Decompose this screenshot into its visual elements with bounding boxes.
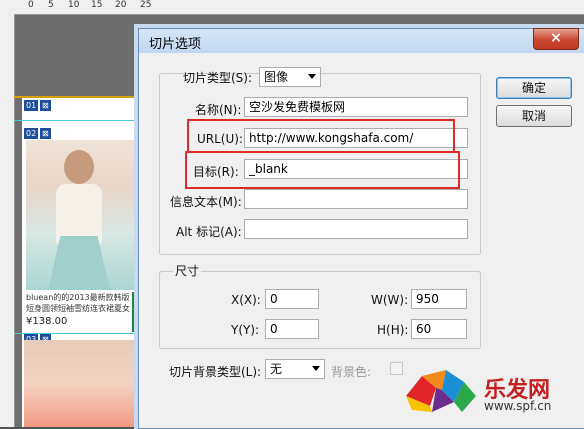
dimensions-title: 尺寸 bbox=[173, 262, 202, 279]
slice-type-select[interactable]: 图像 bbox=[259, 67, 321, 87]
cancel-button[interactable]: 取消 bbox=[496, 105, 572, 127]
ruler-label: 5 bbox=[48, 0, 54, 10]
slice-type-label: 切片类型(S): bbox=[183, 71, 253, 85]
w-label: W(W): bbox=[371, 293, 409, 307]
slice-boundary bbox=[14, 96, 138, 98]
product-caption: bluean的的2013最新款韩版短身圆领短袖雪纺连衣裙夏女 bbox=[26, 293, 130, 313]
product-photo bbox=[24, 340, 138, 427]
vertical-ruler[interactable] bbox=[0, 14, 15, 427]
slice-number-tag[interactable]: 02 bbox=[24, 128, 39, 139]
w-field[interactable]: 950 bbox=[411, 289, 467, 309]
alt-tag-label: Alt 标记(A): bbox=[176, 225, 242, 239]
alt-tag-field[interactable] bbox=[244, 219, 468, 239]
background-type-value: 无 bbox=[270, 362, 283, 376]
product-price: ¥138.00 bbox=[26, 316, 68, 327]
ok-button[interactable]: 确定 bbox=[496, 77, 572, 99]
product-photo bbox=[26, 140, 136, 290]
message-text-field[interactable] bbox=[244, 189, 468, 209]
background-color-label: 背景色: bbox=[331, 365, 372, 379]
background-type-select[interactable]: 无 bbox=[265, 359, 325, 379]
slice-type-value: 图像 bbox=[264, 70, 289, 84]
watermark-logo bbox=[406, 370, 476, 412]
watermark-url: www.spf.cn bbox=[484, 399, 552, 413]
slice-options-dialog: 切片选项 × 切片类型(S): 图像 名称(N): 空沙发免费模板网 URL(U… bbox=[138, 28, 584, 429]
ruler-label: 10 bbox=[68, 0, 80, 10]
background-type-label: 切片背景类型(L): bbox=[169, 365, 262, 379]
dialog-title: 切片选项 bbox=[149, 37, 202, 52]
x-label: X(X): bbox=[231, 293, 261, 307]
ruler-label: 20 bbox=[115, 0, 127, 10]
chevron-down-icon bbox=[308, 74, 316, 79]
close-button[interactable]: × bbox=[533, 28, 579, 50]
slice-number-tag[interactable]: 01 bbox=[24, 100, 39, 111]
url-highlight-box bbox=[187, 119, 455, 153]
y-label: Y(Y): bbox=[231, 323, 260, 337]
chevron-down-icon bbox=[312, 366, 320, 371]
target-highlight-box bbox=[185, 151, 460, 189]
ruler-label: 15 bbox=[91, 0, 103, 10]
ruler-label: 25 bbox=[140, 0, 152, 10]
dialog-titlebar[interactable]: 切片选项 bbox=[139, 29, 584, 53]
name-label: 名称(N): bbox=[195, 103, 242, 117]
h-label: H(H): bbox=[377, 323, 409, 337]
h-field[interactable]: 60 bbox=[411, 319, 467, 339]
guide-line bbox=[14, 120, 138, 121]
x-field[interactable]: 0 bbox=[265, 289, 319, 309]
slice-icon: ⊠ bbox=[40, 100, 51, 111]
message-text-label: 信息文本(M): bbox=[170, 195, 242, 209]
slice-icon: ⊠ bbox=[40, 128, 51, 139]
horizontal-ruler[interactable]: 0 5 10 15 20 25 bbox=[0, 0, 584, 15]
y-field[interactable]: 0 bbox=[265, 319, 319, 339]
ruler-label: 0 bbox=[28, 0, 34, 10]
name-field[interactable]: 空沙发免费模板网 bbox=[244, 97, 468, 117]
